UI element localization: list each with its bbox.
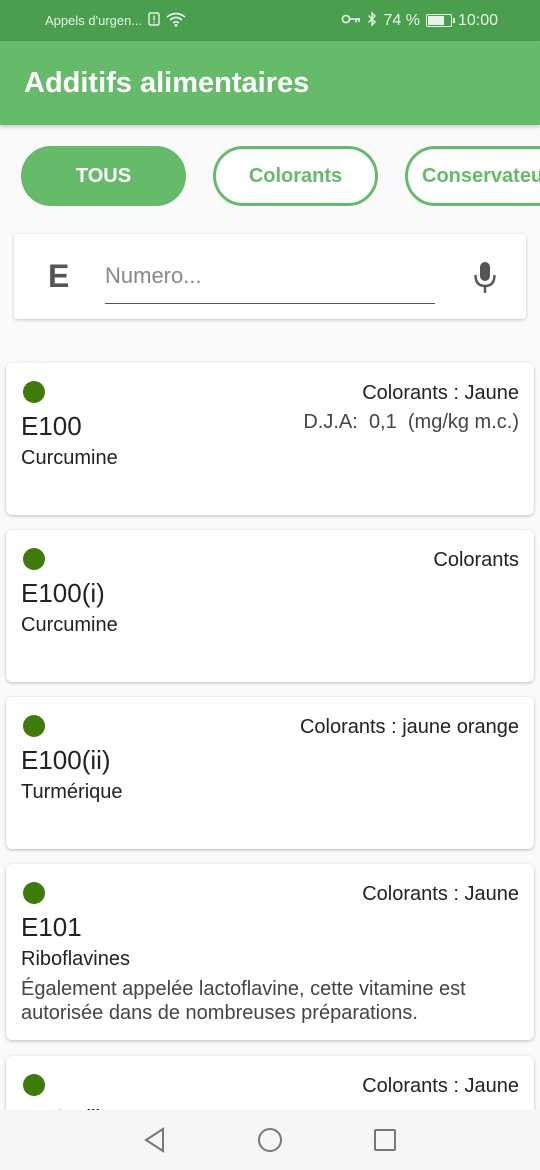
filter-chip-tous[interactable]: TOUS <box>21 146 186 206</box>
additive-category: Colorants : Jaune <box>362 883 519 905</box>
additive-category: Colorants : Jaune <box>362 1075 519 1097</box>
home-icon[interactable] <box>256 1126 284 1154</box>
dja-info: D.J.A: 0,1 (mg/kg m.c.) <box>303 411 519 434</box>
status-dot <box>23 715 45 737</box>
additive-name: Turmérique <box>21 781 123 803</box>
status-bar: Appels d'urgen... 74 % 10:00 <box>0 0 540 41</box>
app-bar: Additifs alimentaires <box>0 41 540 125</box>
additive-code: E101 <box>21 912 82 942</box>
bluetooth-icon <box>367 11 377 30</box>
sim-alert-icon <box>148 12 160 29</box>
filter-chip-conservateurs[interactable]: Conservateurs <box>405 146 540 206</box>
status-dot <box>23 381 45 403</box>
filter-chip-colorants[interactable]: Colorants <box>213 146 378 206</box>
additive-code: E100(ii) <box>21 745 111 775</box>
additive-card[interactable]: Colorants : Jaune D.J.A: 0,1 (mg/kg m.c.… <box>6 363 534 515</box>
additive-category: Colorants <box>433 549 519 571</box>
search-card: E <box>14 234 526 319</box>
additive-name: Riboflavines <box>21 948 130 970</box>
filter-chips: TOUS Colorants Conservateurs <box>0 146 540 206</box>
battery-icon <box>425 14 455 27</box>
back-icon[interactable] <box>141 1126 169 1154</box>
dja-value: 0,1 <box>368 411 397 433</box>
additive-name: Curcumine <box>21 447 118 469</box>
wifi-icon <box>166 12 186 30</box>
dja-unit: (mg/kg m.c.) <box>407 411 519 433</box>
status-dot <box>23 548 45 570</box>
additive-category: Colorants : jaune orange <box>299 716 519 738</box>
additive-code: E100 <box>21 411 82 441</box>
search-input[interactable] <box>105 254 435 298</box>
additive-category: Colorants : Jaune <box>362 382 519 404</box>
search-field <box>105 254 435 304</box>
additive-card[interactable]: Colorants : jaune orange E100(ii) Turmér… <box>6 697 534 849</box>
clock: 10:00 <box>457 11 498 29</box>
battery-percent: 74 % <box>383 11 420 29</box>
e-prefix-label: E <box>48 258 70 294</box>
additive-description: Également appelée lactoflavine, cette vi… <box>21 978 466 1024</box>
recents-icon[interactable] <box>371 1126 399 1154</box>
additive-card[interactable]: Colorants : Jaune E101 Riboflavines Égal… <box>6 864 534 1040</box>
status-dot <box>23 1074 45 1096</box>
key-icon <box>341 13 361 28</box>
additive-name: Curcumine <box>21 614 118 636</box>
app-title: Additifs alimentaires <box>24 66 310 99</box>
system-nav-bar <box>0 1110 540 1170</box>
microphone-icon[interactable] <box>472 260 498 296</box>
dja-label: D.J.A: <box>303 411 358 433</box>
status-dot <box>23 882 45 904</box>
additive-card[interactable]: Colorants E100(i) Curcumine <box>6 530 534 682</box>
carrier-text: Appels d'urgen... <box>45 13 143 28</box>
additive-code: E100(i) <box>21 578 105 608</box>
